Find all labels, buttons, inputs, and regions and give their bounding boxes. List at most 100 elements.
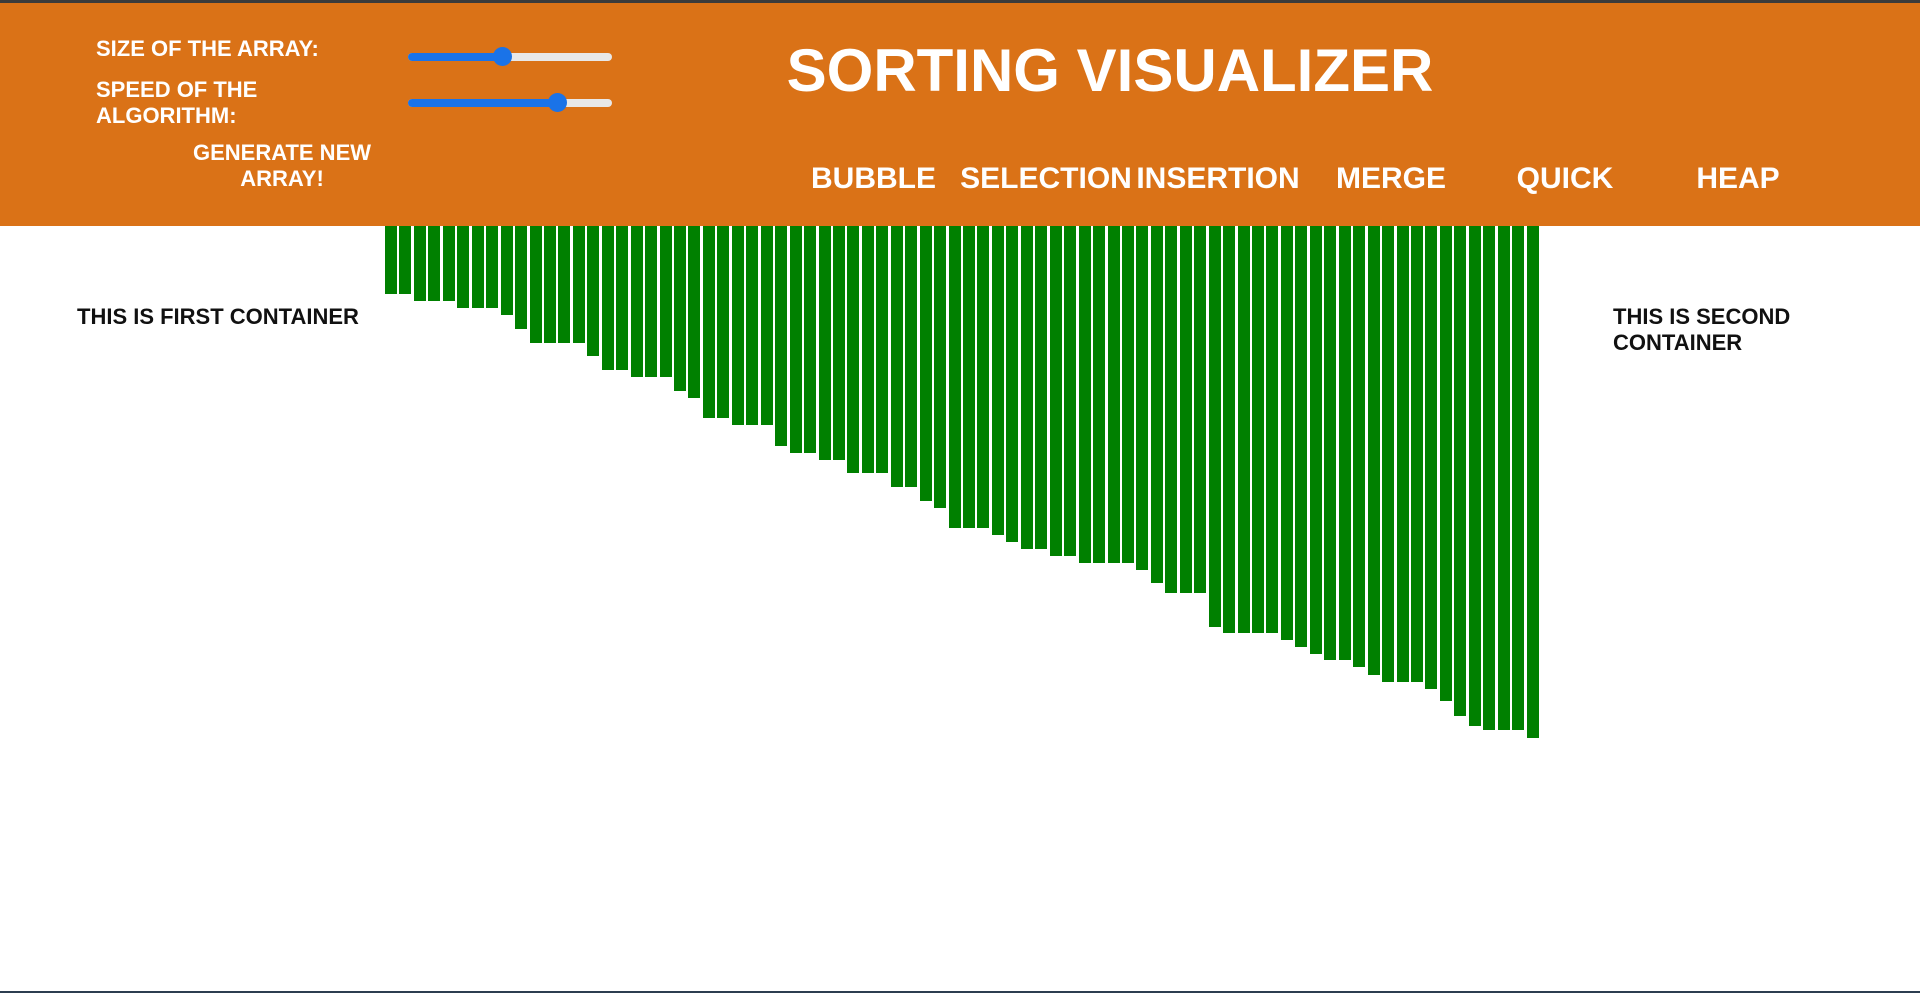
quick-sort-button[interactable]: QUICK	[1515, 161, 1615, 197]
array-bar	[1209, 226, 1221, 627]
array-bar	[501, 226, 513, 315]
first-container-text: THIS IS FIRST CONTAINER	[77, 304, 359, 329]
array-bar	[1194, 226, 1206, 593]
array-bar	[819, 226, 831, 460]
array-bar	[1397, 226, 1409, 682]
array-bar	[934, 226, 946, 508]
array-bar	[1425, 226, 1437, 689]
array-bar	[1469, 226, 1481, 726]
array-bar	[1339, 226, 1351, 660]
array-bar	[660, 226, 672, 377]
array-bar	[1050, 226, 1062, 556]
array-bar	[790, 226, 802, 453]
array-bar	[558, 226, 570, 343]
array-bar	[1252, 226, 1264, 633]
array-bar	[1454, 226, 1466, 716]
array-bar	[949, 226, 961, 528]
array-bar	[1151, 226, 1163, 583]
generate-new-array-button[interactable]: GENERATE NEW ARRAY!	[186, 140, 378, 192]
array-bar	[862, 226, 874, 473]
array-bar	[963, 226, 975, 528]
array-bar	[1108, 226, 1120, 563]
array-bar	[1006, 226, 1018, 542]
array-bar	[1382, 226, 1394, 682]
array-bar	[1238, 226, 1250, 633]
bubble-sort-button[interactable]: BUBBLE	[811, 161, 936, 197]
array-bar	[1180, 226, 1192, 593]
array-bar	[703, 226, 715, 418]
array-bar	[1021, 226, 1033, 549]
array-bar	[1527, 226, 1539, 738]
array-bars	[385, 226, 1539, 746]
array-bar	[688, 226, 700, 398]
array-bar	[847, 226, 859, 473]
array-bar	[1295, 226, 1307, 647]
array-size-slider[interactable]	[408, 47, 612, 67]
header-bar: SIZE OF THE ARRAY: SPEED OF THE ALGORITH…	[0, 3, 1920, 226]
array-bar	[544, 226, 556, 343]
array-bar	[1266, 226, 1278, 633]
array-bar	[977, 226, 989, 528]
array-bar	[602, 226, 614, 370]
array-bar	[1064, 226, 1076, 556]
array-bar	[1122, 226, 1134, 563]
array-bar	[1512, 226, 1524, 730]
slider-track-fill	[408, 99, 557, 107]
array-bar	[833, 226, 845, 460]
slider-thumb[interactable]	[548, 93, 567, 112]
array-bar	[1079, 226, 1091, 563]
array-bar	[616, 226, 628, 370]
array-bar	[1136, 226, 1148, 570]
array-bar	[1324, 226, 1336, 660]
array-bar	[1165, 226, 1177, 593]
array-bar	[891, 226, 903, 487]
selection-sort-button[interactable]: SELECTION	[960, 161, 1132, 197]
array-bar	[573, 226, 585, 343]
array-bar	[674, 226, 686, 391]
heap-sort-button[interactable]: HEAP	[1694, 161, 1782, 197]
array-bar	[1093, 226, 1105, 563]
array-size-label: SIZE OF THE ARRAY:	[96, 36, 319, 61]
array-bar	[1223, 226, 1235, 633]
slider-thumb[interactable]	[493, 47, 512, 66]
second-container-text: THIS IS SECOND CONTAINER	[1613, 304, 1791, 355]
slider-track-fill	[408, 53, 502, 61]
array-bar	[992, 226, 1004, 535]
array-bar	[761, 226, 773, 425]
array-bar	[1281, 226, 1293, 640]
array-bar	[1353, 226, 1365, 667]
array-bar	[486, 226, 498, 308]
array-bar	[587, 226, 599, 356]
insertion-sort-button[interactable]: INSERTION	[1136, 161, 1300, 197]
array-bar	[530, 226, 542, 343]
array-bar	[399, 226, 411, 294]
array-bar	[1035, 226, 1047, 549]
array-bar	[645, 226, 657, 377]
page-title: SORTING VISUALIZER	[786, 37, 1434, 104]
merge-sort-button[interactable]: MERGE	[1335, 161, 1447, 197]
array-bar	[920, 226, 932, 501]
array-bar	[746, 226, 758, 425]
array-bar	[515, 226, 527, 329]
algorithm-speed-label: SPEED OF THE ALGORITHM:	[96, 77, 258, 128]
array-bar	[1411, 226, 1423, 682]
array-bar	[1368, 226, 1380, 675]
array-bar	[414, 226, 426, 301]
array-bar	[428, 226, 440, 301]
array-bar	[775, 226, 787, 446]
algorithm-speed-slider[interactable]	[408, 93, 612, 113]
array-bar	[876, 226, 888, 473]
array-bar	[631, 226, 643, 377]
array-bar	[1310, 226, 1322, 654]
array-bar	[472, 226, 484, 308]
array-bar	[385, 226, 397, 294]
array-bar	[1498, 226, 1510, 730]
array-bar	[457, 226, 469, 308]
array-bar	[1440, 226, 1452, 701]
array-bar	[804, 226, 816, 453]
array-bar	[1483, 226, 1495, 730]
array-bar	[717, 226, 729, 418]
array-bar	[905, 226, 917, 487]
array-bar	[443, 226, 455, 301]
array-bar	[732, 226, 744, 425]
